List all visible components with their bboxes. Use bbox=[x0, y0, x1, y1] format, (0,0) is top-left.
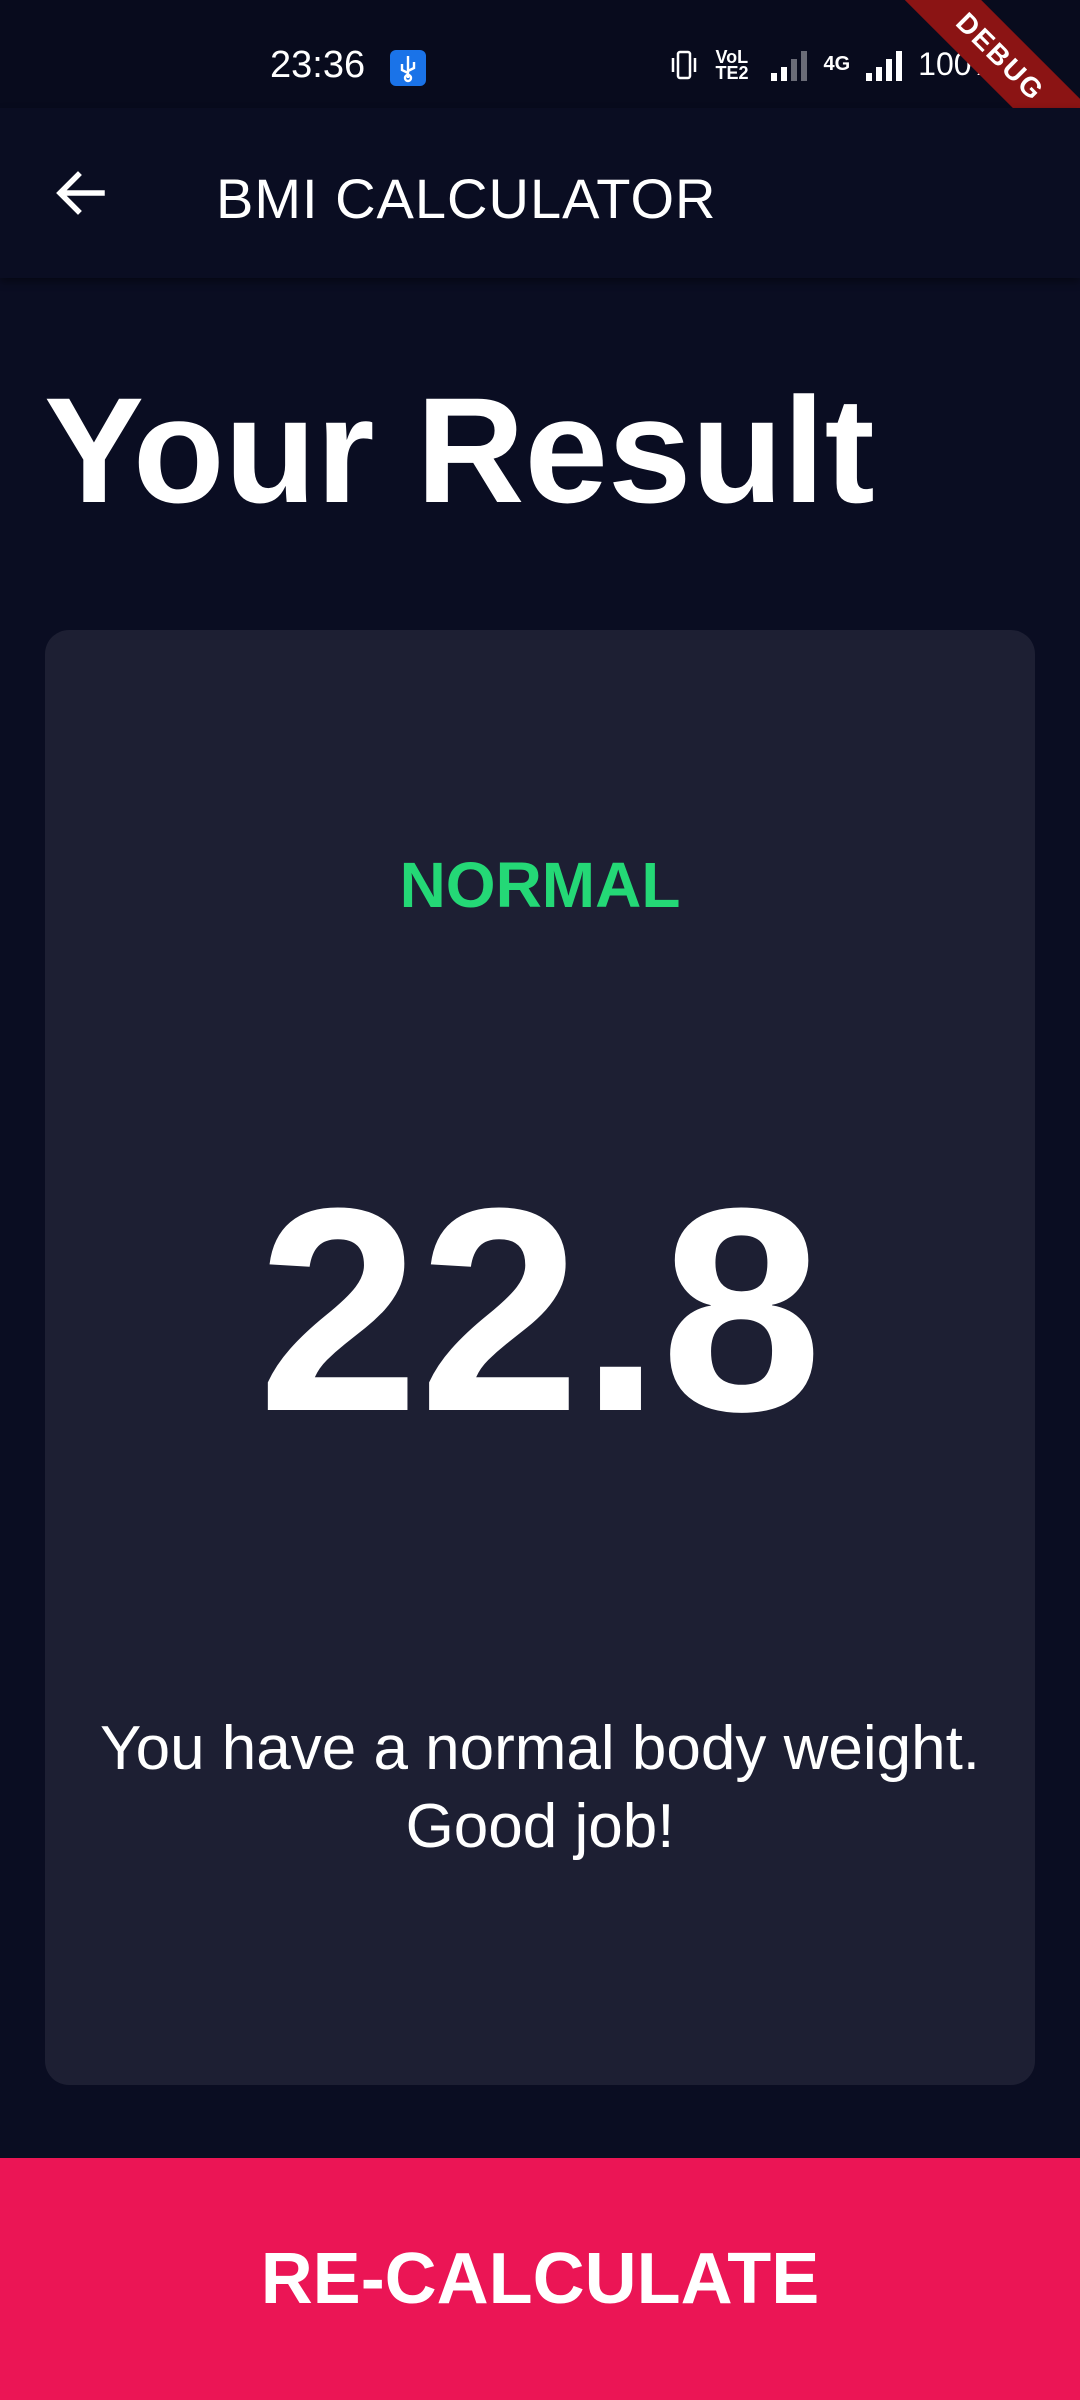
result-card: NORMAL 22.8 You have a normal body weigh… bbox=[45, 630, 1035, 2085]
volte-indicator: VoLTE2 bbox=[715, 46, 749, 83]
arrow-left-icon bbox=[56, 171, 105, 215]
status-indicators: VoLTE2 4G 100% bbox=[669, 46, 1000, 83]
back-button[interactable] bbox=[40, 153, 120, 233]
network-type: 4G bbox=[823, 53, 851, 75]
result-heading: Your Result bbox=[44, 366, 875, 534]
status-bar: 23:36 VoLTE2 4G 100% DEBUG bbox=[0, 0, 1080, 183]
bmi-value: 22.8 bbox=[257, 1148, 823, 1472]
page-title: BMI CALCULATOR bbox=[216, 167, 717, 230]
signal-sim2-icon bbox=[866, 49, 903, 81]
usb-icon bbox=[390, 50, 426, 86]
result-status-label: NORMAL bbox=[399, 849, 681, 921]
signal-sim1-icon bbox=[771, 49, 808, 81]
recalculate-button[interactable]: RE-CALCULATE bbox=[0, 2158, 1080, 2400]
status-time: 23:36 bbox=[270, 44, 366, 86]
vibrate-icon bbox=[672, 50, 697, 79]
bmi-interpretation: You have a normal body weight. Good job! bbox=[99, 1714, 981, 1861]
app-bar: BMI CALCULATOR bbox=[0, 108, 1080, 278]
